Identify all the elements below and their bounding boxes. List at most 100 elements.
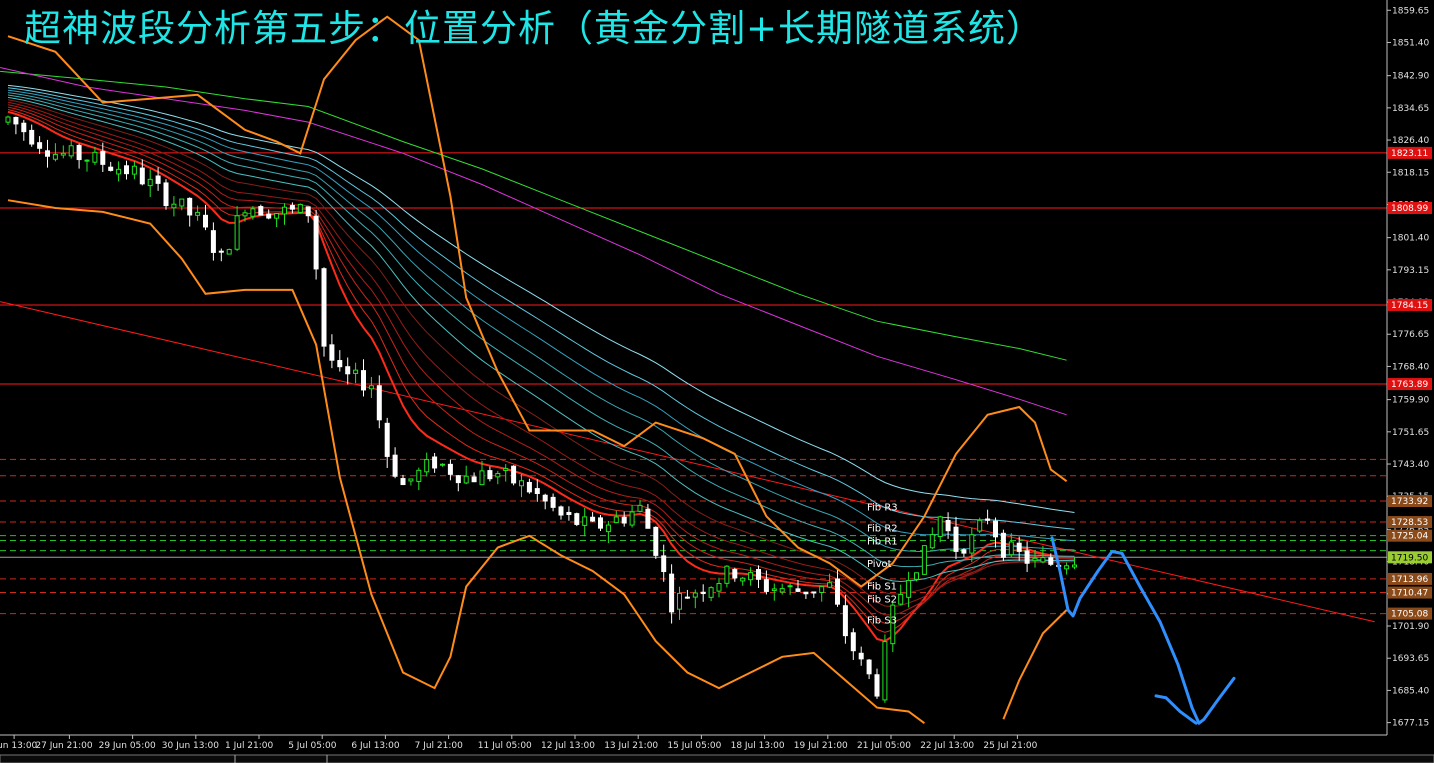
- candle-body: [210, 230, 216, 253]
- candle-body: [605, 524, 611, 533]
- candle-body: [921, 545, 927, 575]
- x-tick-label: 25 Jul 21:00: [983, 741, 1037, 751]
- candle-body: [732, 568, 738, 579]
- y-tick-label: 1859.65: [1392, 6, 1429, 16]
- candle-body: [187, 197, 193, 216]
- x-tick-label: 12 Jul 13:00: [541, 741, 595, 751]
- candle-body: [195, 211, 201, 216]
- candle-body: [297, 203, 303, 213]
- candle-body: [124, 165, 129, 175]
- candle-body: [827, 582, 833, 588]
- candle-body: [684, 596, 690, 599]
- candle-body: [708, 587, 714, 598]
- price-level-label: 1725.04: [1391, 532, 1428, 542]
- candle-body: [179, 198, 185, 207]
- x-tick-label: 15 Jul 05:00: [667, 741, 721, 751]
- candle-body: [163, 182, 169, 207]
- candle-body: [898, 593, 904, 605]
- x-tick-label: 7 Jul 21:00: [415, 741, 464, 751]
- candle-body: [969, 534, 975, 554]
- candle-body: [471, 476, 477, 483]
- candle-body: [835, 578, 840, 605]
- candle-body: [503, 468, 509, 472]
- candle-body: [479, 470, 485, 486]
- candle-body: [740, 577, 746, 582]
- price-level-label: 1733.92: [1391, 497, 1428, 507]
- price-level-label: 1705.08: [1391, 610, 1428, 620]
- candle-body: [274, 213, 280, 219]
- price-level-label: 1823.11: [1391, 149, 1428, 159]
- candle-body: [1032, 557, 1038, 562]
- fib-label: Fib S1: [867, 581, 897, 592]
- price-chart[interactable]: Fib R3 Fib R2 Fib R1 Pivot Fib S1 Fib S2 Fib S…: [0, 0, 1434, 763]
- candle-body: [756, 569, 761, 580]
- price-level-label: 1763.89: [1391, 380, 1428, 390]
- candle-body: [748, 572, 754, 581]
- candle-body: [313, 215, 319, 270]
- candle-body: [1008, 541, 1014, 556]
- candle-body: [953, 526, 959, 552]
- x-tick-label: 21 Jul 05:00: [857, 741, 911, 751]
- candle-body: [368, 385, 374, 390]
- candle-body: [985, 518, 991, 521]
- candle-body: [937, 516, 943, 537]
- candle-body: [424, 459, 430, 473]
- candle-body: [692, 592, 698, 598]
- candle-body: [321, 268, 327, 347]
- price-level-label: 1713.96: [1391, 575, 1428, 585]
- candle-body: [353, 369, 359, 374]
- candle-body: [131, 165, 137, 175]
- candle-body: [526, 481, 532, 493]
- candle-body: [1048, 557, 1054, 565]
- ema-ribbon-line: [7, 84, 1075, 513]
- candle-body: [653, 526, 659, 556]
- candle-body: [29, 129, 35, 145]
- candle-body: [637, 504, 643, 512]
- candle-body: [819, 586, 825, 593]
- x-tick-label: 26 Jun 13:00: [0, 741, 38, 751]
- candle-body: [787, 585, 793, 588]
- candle-body: [700, 591, 706, 595]
- candle-body: [803, 591, 809, 595]
- candle-body: [45, 150, 50, 157]
- candle-body: [945, 520, 951, 532]
- y-tick-label: 1801.40: [1392, 234, 1429, 244]
- candle-body: [779, 588, 785, 593]
- y-tick-label: 1826.40: [1392, 136, 1429, 146]
- y-tick-label: 1701.90: [1392, 622, 1429, 632]
- candle-body: [495, 473, 501, 478]
- candle-body: [629, 511, 635, 526]
- price-level-label: 1808.99: [1391, 204, 1428, 214]
- candle-body: [13, 116, 19, 125]
- fib-label: Fib R1: [867, 537, 898, 548]
- candle-body: [534, 488, 540, 495]
- candle-body: [1000, 532, 1006, 558]
- candle-body: [84, 159, 90, 162]
- candle-body: [250, 208, 256, 217]
- sma-magenta-line: [0, 67, 1067, 416]
- candle-body: [542, 494, 548, 502]
- candle-body: [929, 534, 935, 549]
- candle-body: [376, 385, 382, 421]
- candle-body: [5, 116, 11, 123]
- x-tick-label: 13 Jul 21:00: [604, 741, 658, 751]
- candle-body: [155, 175, 161, 184]
- y-tick-label: 1818.15: [1392, 168, 1429, 178]
- fib-label: Fib R3: [867, 503, 898, 514]
- bollinger-lower-end: [1002, 609, 1068, 720]
- fib-label: Fib R2: [867, 523, 898, 534]
- candle-body: [621, 516, 627, 524]
- candle-body: [724, 565, 730, 584]
- candle-body: [645, 508, 651, 529]
- candle-body: [763, 579, 769, 592]
- candle-body: [566, 511, 572, 516]
- candle-body: [226, 249, 232, 255]
- candle-body: [771, 588, 777, 592]
- price-level-label: 1728.53: [1391, 518, 1428, 528]
- candle-body: [345, 366, 351, 375]
- candle-body: [716, 583, 722, 592]
- y-tick-label: 1693.65: [1392, 654, 1429, 664]
- candle-body: [440, 463, 445, 466]
- candle-body: [455, 475, 461, 484]
- x-tick-label: 6 Jul 13:00: [351, 741, 400, 751]
